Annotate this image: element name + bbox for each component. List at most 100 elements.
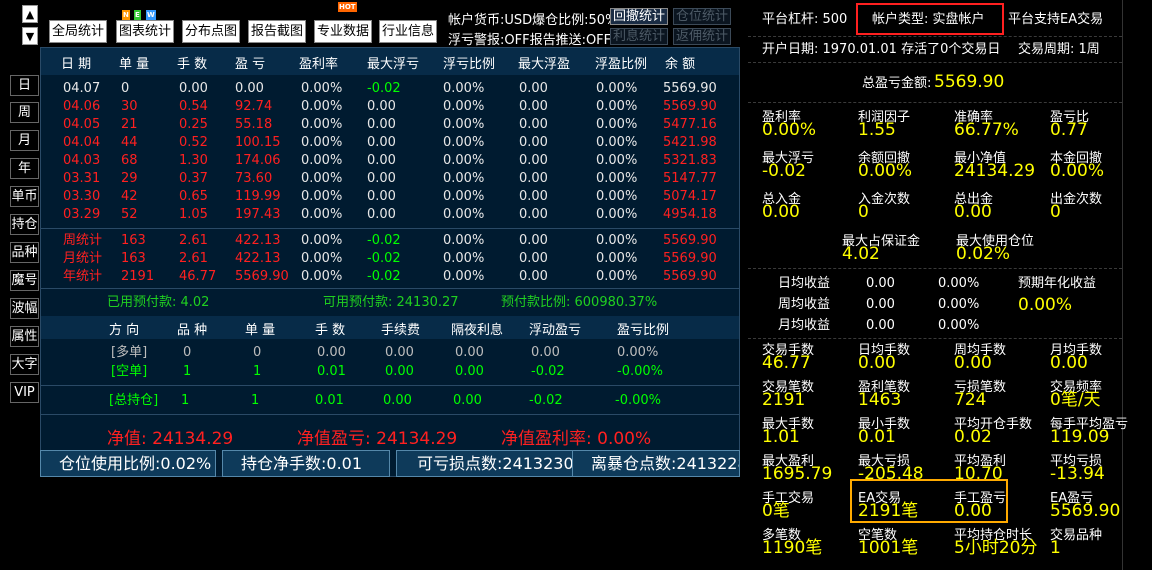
- ea-trades-highlight: [850, 479, 1008, 523]
- stat-cell: 5569.90: [663, 251, 717, 266]
- daily-cell: 0.25: [179, 117, 208, 132]
- tab-vip[interactable]: VIP: [10, 382, 39, 403]
- pos-col-float-pl: 浮动盈亏: [529, 323, 582, 338]
- stat-cell: 0.00%: [301, 269, 343, 284]
- max-margin-value: 4.02: [842, 244, 880, 264]
- stat-cell: 0.00%: [443, 233, 485, 248]
- position-total-cell: 0.00: [453, 393, 482, 408]
- stat-cell: 163: [121, 251, 146, 266]
- max-position-value: 0.02%: [956, 244, 1011, 264]
- daily-cell: 04.07: [63, 81, 101, 96]
- open-date: 开户日期: 1970.01.01 存活了0个交易日: [762, 42, 1001, 57]
- pos-col-direction: 方 向: [109, 323, 140, 338]
- daily-cell: 0.00%: [443, 99, 485, 114]
- position-cell: 0.00: [317, 345, 346, 360]
- trade-metric-value: 119.09: [1050, 427, 1110, 447]
- col-max-float-profit: 最大浮盈: [518, 57, 571, 72]
- daily-cell: 0.00%: [443, 153, 485, 168]
- daily-cell: 0.00: [367, 189, 396, 204]
- tab-symbol[interactable]: 品种: [10, 242, 39, 263]
- tab-attribute[interactable]: 属性: [10, 326, 39, 347]
- new-badge-n: N: [122, 10, 130, 20]
- daily-cell: 0.00: [235, 81, 264, 96]
- tab-year[interactable]: 年: [10, 158, 39, 179]
- metric-value: 24134.29: [954, 161, 1036, 181]
- net-equity: 净值: 24134.29: [107, 429, 234, 449]
- position-total-cell: [总持仓]: [109, 393, 159, 408]
- trade-metric-value: 0笔/天: [1050, 390, 1101, 410]
- daily-cell: 0.00%: [596, 81, 638, 96]
- trade-metric-value: 1001笔: [858, 538, 919, 558]
- prepayment-ratio: 预付款比例: 600980.37%: [501, 295, 658, 310]
- daily-cell: 30: [121, 99, 138, 114]
- stat-cell: 0.00%: [301, 233, 343, 248]
- avg-income-cell: 0.00: [866, 297, 895, 312]
- tab-large-font[interactable]: 大字: [10, 354, 39, 375]
- trade-metric-value: 5小时20分: [954, 538, 1038, 558]
- daily-cell: 0.00%: [596, 117, 638, 132]
- net-equity-rate: 净值盈利率: 0.00%: [501, 429, 652, 449]
- daily-cell: 0.00: [367, 153, 396, 168]
- daily-cell: 04.03: [63, 153, 101, 168]
- avg-income-cell: 0.00: [866, 318, 895, 333]
- position-cell: 0.00: [531, 345, 560, 360]
- avg-income-cell: 月均收益: [778, 318, 831, 333]
- industry-info-button[interactable]: 行业信息: [379, 20, 437, 43]
- col-balance: 余 额: [665, 57, 696, 72]
- stat-cell: 月统计: [63, 251, 103, 266]
- scroll-up-arrow-icon[interactable]: ▲: [22, 5, 38, 23]
- drawdown-stats-button[interactable]: 回撤统计: [610, 8, 669, 25]
- position-stats-button[interactable]: 仓位统计: [673, 8, 732, 25]
- scroll-down-arrow-icon[interactable]: ▼: [22, 27, 38, 45]
- tab-week[interactable]: 周: [10, 102, 39, 123]
- daily-cell: 0.00%: [443, 207, 485, 222]
- trade-metric-value: 0.00: [858, 353, 896, 373]
- pro-data-button[interactable]: 专业数据: [314, 20, 372, 43]
- avg-income-cell: 0.00%: [938, 276, 980, 291]
- chart-stats-button[interactable]: 图表统计: [116, 20, 174, 43]
- col-max-float-loss: 最大浮亏: [367, 57, 420, 72]
- distribution-chart-button[interactable]: 分布点图: [182, 20, 240, 43]
- trade-metric-value: 724: [954, 390, 987, 410]
- daily-cell: 0.00: [367, 207, 396, 222]
- daily-cell: 0.37: [179, 171, 208, 186]
- daily-cell: 0.00: [519, 81, 548, 96]
- tab-single-currency[interactable]: 单币: [10, 186, 39, 207]
- position-cell: [多单]: [111, 345, 148, 360]
- interest-stats-button[interactable]: 利息统计: [610, 28, 669, 45]
- stat-cell: -0.02: [367, 269, 401, 284]
- daily-cell: 119.99: [235, 189, 281, 204]
- report-screenshot-button[interactable]: 报告截图: [248, 20, 306, 43]
- stat-cell: 0.00: [519, 233, 548, 248]
- trade-cycle: 交易周期: 1周: [1018, 42, 1100, 57]
- tab-day[interactable]: 日: [10, 75, 39, 96]
- global-stats-button[interactable]: 全局统计: [49, 20, 107, 43]
- tab-magic[interactable]: 魔号: [10, 270, 39, 291]
- rebate-stats-button[interactable]: 返佣统计: [673, 28, 732, 45]
- stat-cell: 2.61: [179, 251, 208, 266]
- tab-month[interactable]: 月: [10, 130, 39, 151]
- liquidation-points: 离暴仓点数:2413228: [572, 450, 740, 477]
- pos-col-pl-ratio: 盈亏比例: [617, 323, 670, 338]
- trade-metric-value: 1695.79: [762, 464, 833, 484]
- daily-cell: 04.04: [63, 135, 101, 150]
- stat-cell: 2.61: [179, 233, 208, 248]
- daily-cell: 92.74: [235, 99, 273, 114]
- annual-return-label: 预期年化收益: [1018, 276, 1097, 291]
- daily-cell: 0.00: [519, 171, 548, 186]
- trade-metric-value: 0.00: [1050, 353, 1088, 373]
- daily-cell: 5477.16: [663, 117, 717, 132]
- alert-push-info: 浮亏警报:OFF报告推送:OFF: [448, 33, 612, 48]
- net-lots-holding: 持仓净手数:0.01: [222, 450, 390, 477]
- position-cell: 1: [253, 364, 262, 379]
- daily-cell: 03.31: [63, 171, 101, 186]
- stat-cell: 0.00%: [301, 251, 343, 266]
- tab-holdings[interactable]: 持仓: [10, 214, 39, 235]
- net-equity-pl: 净值盈亏: 24134.29: [297, 429, 458, 449]
- col-orders: 单 量: [119, 57, 150, 72]
- stat-cell: 0.00%: [596, 269, 638, 284]
- avg-income-cell: 日均收益: [778, 276, 831, 291]
- metric-value: -0.02: [762, 161, 806, 181]
- ea-support: 平台支持EA交易: [1008, 12, 1104, 27]
- tab-volatility[interactable]: 波幅: [10, 298, 39, 319]
